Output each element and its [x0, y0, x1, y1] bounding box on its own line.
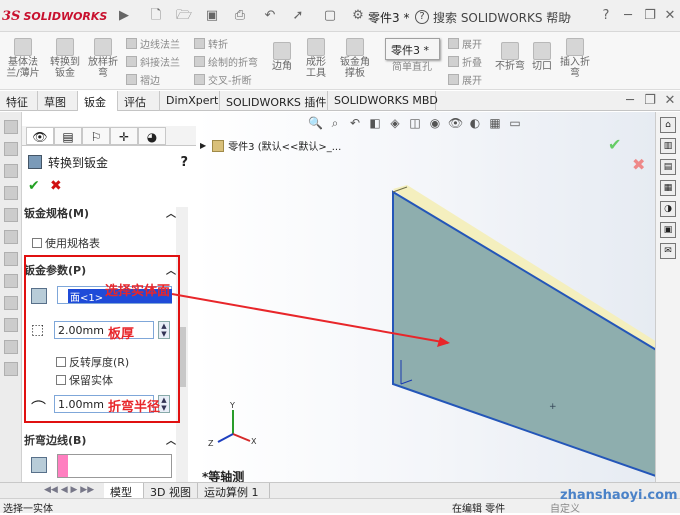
tab-3d-view[interactable]: 3D 视图 — [144, 483, 198, 499]
annotation-arrow — [171, 293, 450, 347]
watermark-text: zhanshaoyi.com — [560, 488, 678, 503]
tab-motion-study[interactable]: 运动算例 1 — [198, 483, 270, 499]
tab-model[interactable]: 模型 — [104, 483, 144, 499]
tab-nav-arrows-icon[interactable]: ◀◀ ◀ ▶ ▶▶ — [44, 485, 94, 495]
